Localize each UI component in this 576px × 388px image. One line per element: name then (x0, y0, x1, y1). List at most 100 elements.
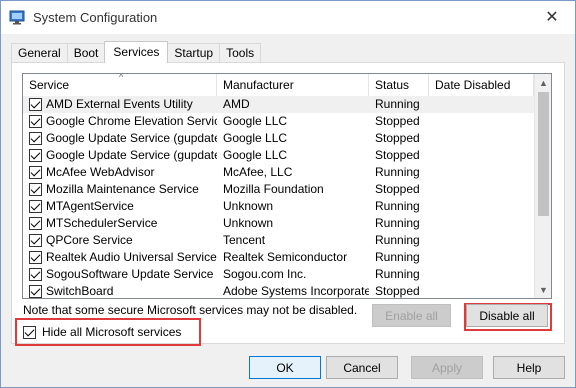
service-status: Running (375, 233, 420, 247)
service-date-disabled (429, 130, 534, 147)
scrollbar-thumb[interactable] (538, 92, 549, 216)
list-header: Service Manufacturer Status Date Disable… (23, 74, 534, 96)
service-name: Mozilla Maintenance Service (46, 182, 199, 196)
enable-all-button[interactable]: Enable all (372, 304, 451, 327)
services-panel: Service Manufacturer Status Date Disable… (11, 62, 565, 346)
scroll-down-icon[interactable]: ▼ (535, 281, 551, 298)
disable-all-button[interactable]: Disable all (466, 304, 548, 327)
service-manufacturer: Unknown (223, 216, 274, 230)
service-date-disabled (429, 249, 534, 266)
service-checkbox[interactable] (29, 132, 42, 145)
table-row[interactable]: Google Update Service (gupdatem) Google … (23, 147, 534, 164)
column-header-manufacturer[interactable]: Manufacturer (217, 74, 369, 96)
service-status: Stopped (375, 114, 420, 128)
sort-ascending-icon: ^ (119, 73, 124, 82)
service-checkbox[interactable] (29, 251, 42, 264)
service-date-disabled (429, 164, 534, 181)
service-status: Running (375, 250, 420, 264)
service-checkbox[interactable] (29, 268, 42, 281)
service-manufacturer: Mozilla Foundation (223, 182, 324, 196)
service-checkbox[interactable] (29, 183, 42, 196)
service-status: Running (375, 199, 420, 213)
table-row[interactable]: Google Update Service (gupdate) Google L… (23, 130, 534, 147)
service-date-disabled (429, 147, 534, 164)
service-status: Running (375, 216, 420, 230)
table-row[interactable]: Google Chrome Elevation Service Google L… (23, 113, 534, 130)
service-date-disabled (429, 215, 534, 232)
service-name: Google Update Service (gupdate) (46, 131, 217, 145)
table-row[interactable]: Mozilla Maintenance Service Mozilla Foun… (23, 181, 534, 198)
service-manufacturer: Google LLC (223, 114, 288, 128)
service-manufacturer: Tencent (223, 233, 266, 247)
service-checkbox[interactable] (29, 98, 42, 111)
service-manufacturer: Adobe Systems Incorporated (223, 284, 369, 298)
service-checkbox[interactable] (29, 217, 42, 230)
hide-microsoft-services-label: Hide all Microsoft services (42, 325, 182, 339)
service-name: SwitchBoard (46, 284, 114, 298)
service-date-disabled (429, 96, 534, 113)
scroll-up-icon[interactable]: ▲ (535, 74, 551, 91)
table-row[interactable]: Realtek Audio Universal Service Realtek … (23, 249, 534, 266)
tab-services[interactable]: Services (104, 41, 169, 63)
service-status: Running (375, 165, 420, 179)
service-manufacturer: Google LLC (223, 148, 288, 162)
service-checkbox[interactable] (29, 149, 42, 162)
service-name: Google Chrome Elevation Service (46, 114, 217, 128)
tab-tools[interactable]: Tools (219, 43, 262, 63)
service-date-disabled (429, 181, 534, 198)
title-bar: System Configuration ✕ (1, 1, 575, 34)
service-status: Stopped (375, 182, 420, 196)
service-checkbox[interactable] (29, 115, 42, 128)
table-row[interactable]: McAfee WebAdvisor McAfee, LLC Running (23, 164, 534, 181)
service-status: Stopped (375, 284, 420, 298)
service-manufacturer: Google LLC (223, 131, 288, 145)
service-manufacturer: McAfee, LLC (223, 165, 293, 179)
service-date-disabled (429, 283, 534, 298)
ok-button[interactable]: OK (249, 356, 321, 379)
column-header-status[interactable]: Status (369, 74, 429, 96)
list-rows: AMD External Events Utility AMD Running … (23, 96, 534, 298)
service-checkbox[interactable] (29, 234, 42, 247)
table-row[interactable]: SogouSoftware Update Service ... Sogou.c… (23, 266, 534, 283)
service-name: QPCore Service (46, 233, 133, 247)
service-date-disabled (429, 232, 534, 249)
services-list[interactable]: Service Manufacturer Status Date Disable… (22, 73, 552, 299)
table-row[interactable]: MTAgentService Unknown Running (23, 198, 534, 215)
table-row[interactable]: AMD External Events Utility AMD Running (23, 96, 534, 113)
cancel-button[interactable]: Cancel (326, 356, 398, 379)
service-checkbox[interactable] (29, 166, 42, 179)
service-name: AMD External Events Utility (46, 97, 193, 111)
service-checkbox[interactable] (29, 200, 42, 213)
secure-services-note: Note that some secure Microsoft services… (23, 303, 358, 317)
service-status: Running (375, 267, 420, 281)
table-row[interactable]: QPCore Service Tencent Running (23, 232, 534, 249)
close-icon: ✕ (545, 9, 559, 26)
hide-microsoft-services-checkbox[interactable] (23, 325, 36, 339)
service-name: Google Update Service (gupdatem) (46, 148, 217, 162)
table-row[interactable]: MTSchedulerService Unknown Running (23, 215, 534, 232)
service-name: MTSchedulerService (46, 216, 158, 230)
service-name: McAfee WebAdvisor (46, 165, 155, 179)
close-button[interactable]: ✕ (535, 3, 569, 31)
service-manufacturer: Realtek Semiconductor (223, 250, 348, 264)
service-status: Running (375, 97, 420, 111)
service-manufacturer: AMD (223, 97, 250, 111)
system-configuration-window: System Configuration ✕ General Boot Serv… (0, 0, 576, 388)
system-configuration-icon (9, 10, 25, 25)
service-status: Stopped (375, 131, 420, 145)
tab-general[interactable]: General (11, 43, 68, 63)
table-row[interactable]: SwitchBoard Adobe Systems Incorporated S… (23, 283, 534, 298)
column-header-date-disabled[interactable]: Date Disabled (429, 74, 534, 96)
tab-boot[interactable]: Boot (66, 43, 106, 63)
help-button[interactable]: Help (493, 356, 565, 379)
service-checkbox[interactable] (29, 285, 42, 298)
service-date-disabled (429, 198, 534, 215)
service-name: SogouSoftware Update Service ... (46, 267, 217, 281)
apply-button[interactable]: Apply (411, 356, 483, 379)
vertical-scrollbar[interactable]: ▲ ▼ (534, 74, 551, 298)
hide-microsoft-services-option[interactable]: Hide all Microsoft services (15, 318, 201, 346)
service-date-disabled (429, 113, 534, 130)
tab-startup[interactable]: Startup (167, 43, 221, 63)
service-status: Stopped (375, 148, 420, 162)
window-title: System Configuration (33, 10, 158, 25)
